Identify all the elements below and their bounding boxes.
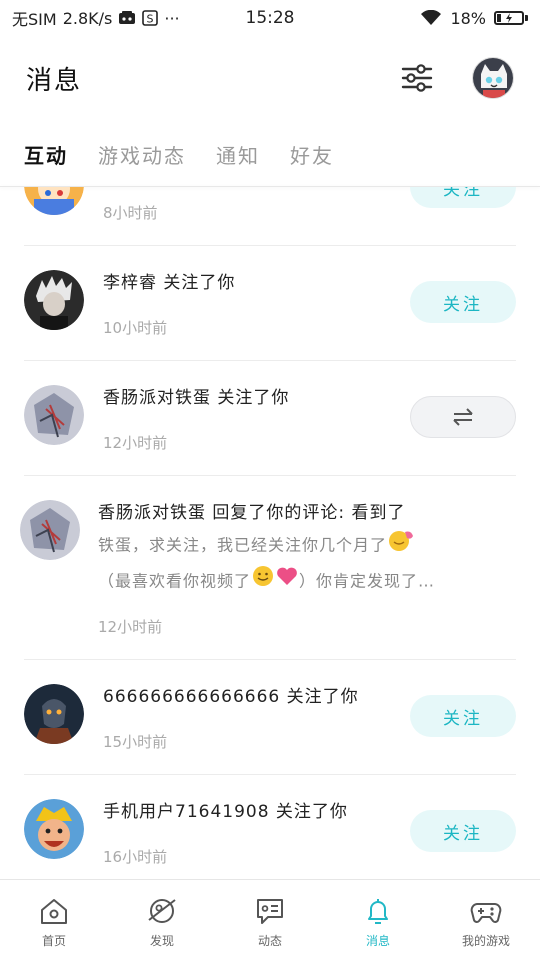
carrier-label: 无SIM <box>12 10 57 29</box>
list-item[interactable]: 666666666666666 关注了你 15小时前 关注 <box>0 660 540 775</box>
list-item[interactable]: 香肠派对铁蛋 回复了你的评论: 看到了 铁蛋，求关注，我已经关注你几个月了 （最… <box>0 476 540 660</box>
heart-emoji-icon <box>275 565 299 599</box>
status-bar: 无SIM 2.8K/s S ··· 15:28 18% <box>0 0 540 36</box>
wifi-icon <box>420 10 442 26</box>
feed-chat-icon <box>257 899 283 924</box>
reply-text-2b: ）你肯定发现了… <box>299 571 436 591</box>
item-title: 香肠派对铁蛋 回复了你的评论: 看到了 <box>98 503 406 523</box>
nav-my-games[interactable]: 我的游戏 <box>432 880 540 960</box>
user-avatar[interactable] <box>24 684 84 744</box>
more-notifications: ··· <box>164 8 180 28</box>
battery-percent: 18% <box>450 8 486 28</box>
user-avatar[interactable] <box>24 270 84 330</box>
reply-text-1: 铁蛋，求关注，我已经关注你几个月了 <box>98 535 388 555</box>
filter-settings-button[interactable] <box>400 61 434 95</box>
list-item[interactable]: 香肠派对铁蛋 关注了你 12小时前 <box>0 361 540 476</box>
item-time: 12小时前 <box>103 434 168 452</box>
reply-line-1: 铁蛋，求关注，我已经关注你几个月了 <box>98 528 506 564</box>
battery-icon <box>494 11 528 25</box>
nav-label: 发现 <box>149 934 174 948</box>
reply-line-2: （最喜欢看你视频了 ）你肯定发现了… <box>98 564 506 600</box>
message-list[interactable]: 8小时前 关注 李梓睿 关注了你 10小时前 关注 香肠派对铁蛋 关注了你 12… <box>0 187 540 879</box>
mutual-follow-button[interactable] <box>410 396 516 438</box>
status-left: 无SIM 2.8K/s S ··· <box>12 6 180 30</box>
list-item[interactable]: 8小时前 关注 <box>0 187 540 246</box>
follow-button[interactable]: 关注 <box>410 187 516 208</box>
nav-discover[interactable]: 发现 <box>108 880 216 960</box>
my-avatar[interactable] <box>472 57 514 99</box>
user-avatar[interactable] <box>24 187 84 215</box>
header: 消息 <box>0 36 540 120</box>
reply-content[interactable]: 铁蛋，求关注，我已经关注你几个月了 （最喜欢看你视频了 ）你肯定发现了… <box>98 528 506 600</box>
s-app-icon: S <box>142 10 159 26</box>
discover-planet-icon <box>148 899 176 923</box>
bottom-navigation: 首页 发现 动态 消息 我的游戏 <box>0 879 540 960</box>
home-icon <box>41 899 67 924</box>
item-title: 香肠派对铁蛋 关注了你 <box>103 388 290 408</box>
tab-notifications[interactable]: 通知 <box>216 140 260 169</box>
page-title: 消息 <box>26 65 83 96</box>
list-item[interactable]: 手机用户71641908 关注了你 16小时前 关注 <box>0 775 540 879</box>
item-time: 12小时前 <box>98 618 163 636</box>
sliders-icon <box>401 64 433 92</box>
tab-game-news[interactable]: 游戏动态 <box>98 140 186 169</box>
nav-label: 动态 <box>257 934 282 948</box>
item-time: 8小时前 <box>103 204 158 222</box>
svg-text:S: S <box>147 13 154 26</box>
bell-icon <box>368 899 388 924</box>
shy-face-emoji-icon <box>387 528 415 564</box>
item-time: 15小时前 <box>103 733 168 751</box>
tab-friends[interactable]: 好友 <box>290 140 334 169</box>
follow-button[interactable]: 关注 <box>410 810 516 852</box>
nav-label: 首页 <box>41 934 66 948</box>
nav-feed[interactable]: 动态 <box>216 880 324 960</box>
tab-bar: 互动 游戏动态 通知 好友 <box>0 128 540 180</box>
item-time: 16小时前 <box>103 848 168 866</box>
tab-interaction[interactable]: 互动 <box>24 140 68 169</box>
status-right: 18% <box>420 9 528 28</box>
network-speed: 2.8K/s <box>62 8 113 28</box>
reply-text-2a: （最喜欢看你视频了 <box>98 571 252 591</box>
item-time: 10小时前 <box>103 319 168 337</box>
nav-label: 消息 <box>365 934 390 948</box>
user-avatar[interactable] <box>20 500 80 560</box>
follow-button[interactable]: 关注 <box>410 695 516 737</box>
list-item[interactable]: 李梓睿 关注了你 10小时前 关注 <box>0 246 540 361</box>
gamepad-icon <box>470 903 502 923</box>
nav-label: 我的游戏 <box>461 934 510 948</box>
nav-home[interactable]: 首页 <box>0 880 108 960</box>
follow-button[interactable]: 关注 <box>410 281 516 323</box>
notification-app-icon <box>118 10 136 26</box>
swap-arrows-icon <box>453 408 473 426</box>
user-avatar[interactable] <box>24 799 84 859</box>
nav-messages[interactable]: 消息 <box>324 880 432 960</box>
user-avatar[interactable] <box>24 385 84 445</box>
item-title: 666666666666666 关注了你 <box>103 687 359 707</box>
smile-emoji-icon <box>251 564 275 600</box>
item-title: 李梓睿 关注了你 <box>103 273 236 293</box>
item-title: 手机用户71641908 关注了你 <box>103 802 348 822</box>
